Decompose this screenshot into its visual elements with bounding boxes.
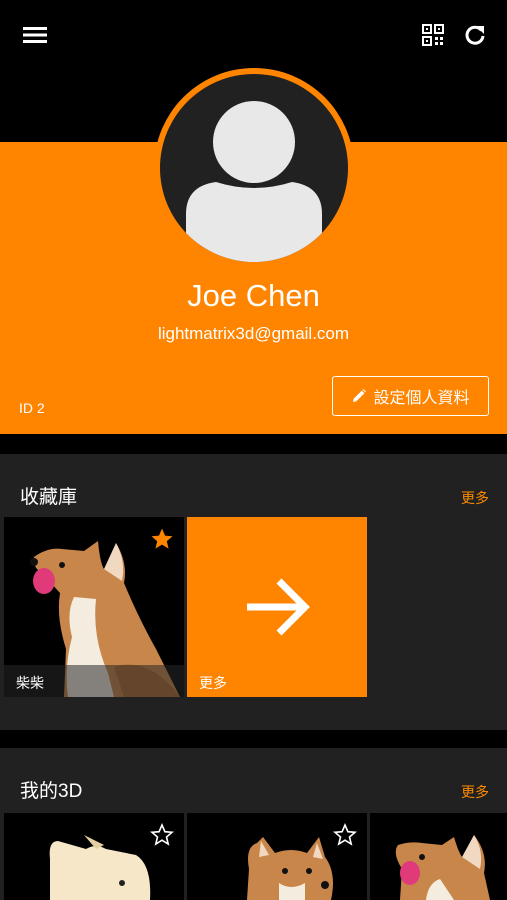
section-divider [0,434,507,454]
refresh-icon [465,25,485,45]
collection-more-caption: 更多 [199,675,227,691]
user-id: ID 2 [19,400,45,416]
user-name: Joe Chen [187,278,320,313]
menu-button[interactable] [19,19,51,51]
my3d-item[interactable] [370,813,507,900]
my3d-more-link[interactable]: 更多 [461,782,489,802]
refresh-button[interactable] [459,19,491,51]
collection-item[interactable]: 柴柴 [4,517,184,697]
collection-item-caption: 柴柴 [4,665,184,697]
collection-more-link[interactable]: 更多 [461,488,489,508]
default-user-icon [186,101,322,262]
my3d-section: 我的3D 更多 [0,748,507,900]
qr-code-icon [422,24,444,46]
favorite-star-outline-icon[interactable] [150,823,174,847]
user-email: lightmatrix3d@gmail.com [157,324,350,343]
qr-code-button[interactable] [417,19,449,51]
dog-thumbnail [395,835,490,900]
avatar[interactable] [160,74,348,262]
menu-icon [23,27,47,43]
favorite-star-icon[interactable] [150,527,174,551]
edit-profile-button[interactable]: 設定個人資料 [332,376,489,416]
my3d-item[interactable] [187,813,367,900]
my3d-title: 我的3D [20,781,83,802]
favorite-star-outline-icon[interactable] [333,823,357,847]
collection-more-tile[interactable]: 更多 [187,517,367,697]
collection-section: 收藏庫 更多 柴柴 更多 [0,454,507,730]
my3d-item[interactable] [4,813,184,900]
pencil-icon [353,389,367,402]
collection-title: 收藏庫 [20,487,78,508]
edit-profile-label: 設定個人資料 [373,390,470,407]
